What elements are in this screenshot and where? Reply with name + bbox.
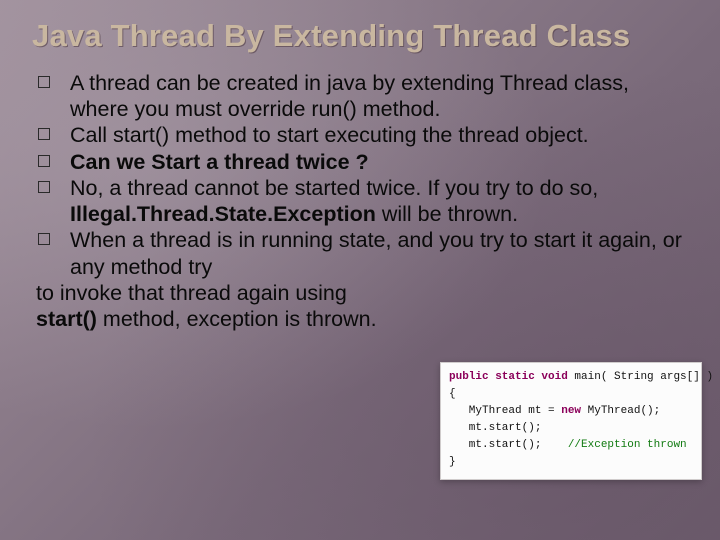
- bullet-text-bold: Illegal.Thread.State.Exception: [70, 202, 376, 226]
- slide-content: A thread can be created in java by exten…: [32, 70, 688, 332]
- list-item: When a thread is in running state, and y…: [36, 227, 688, 279]
- code-text: mt.start();: [449, 422, 541, 434]
- code-text: main( String args[] ): [568, 371, 713, 383]
- code-text: {: [449, 388, 456, 400]
- code-text: mt.start();: [449, 439, 568, 451]
- code-keyword: new: [561, 405, 581, 417]
- bullet-text: A thread can be created in java by exten…: [70, 71, 629, 121]
- list-item: A thread can be created in java by exten…: [36, 70, 688, 122]
- bullet-text: Can we Start a thread twice ?: [70, 150, 369, 174]
- trail-bold: start(): [36, 307, 103, 331]
- bullet-text: When a thread is in running state, and y…: [70, 228, 682, 278]
- bullet-text: will be thrown.: [376, 202, 518, 226]
- trail-line-1: to invoke that thread again using: [36, 281, 347, 305]
- code-text: MyThread();: [581, 405, 660, 417]
- list-item: Call start() method to start executing t…: [36, 122, 688, 148]
- trailing-text: to invoke that thread again using start(…: [36, 280, 688, 332]
- bullet-text: Call start() method to start executing t…: [70, 123, 589, 147]
- list-item: No, a thread cannot be started twice. If…: [36, 175, 688, 227]
- code-text: MyThread mt =: [449, 405, 561, 417]
- code-comment: //Exception thrown: [568, 439, 687, 451]
- list-item: Can we Start a thread twice ?: [36, 149, 688, 175]
- code-snippet: public static void main( String args[] )…: [440, 362, 702, 480]
- trail-line-2: method, exception is thrown.: [103, 307, 377, 331]
- bullet-list: A thread can be created in java by exten…: [36, 70, 688, 280]
- code-text: }: [449, 456, 456, 468]
- code-keyword: public static void: [449, 371, 568, 383]
- slide-title: Java Thread By Extending Thread Class: [32, 18, 688, 54]
- slide: Java Thread By Extending Thread Class A …: [0, 0, 720, 540]
- bullet-text: No, a thread cannot be started twice. If…: [70, 176, 598, 200]
